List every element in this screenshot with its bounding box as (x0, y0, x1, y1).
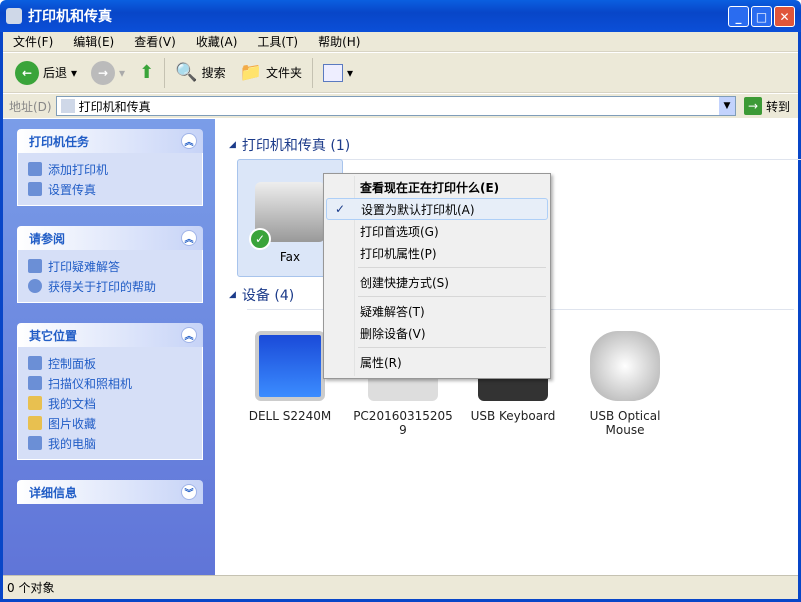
default-check-icon: ✓ (249, 228, 271, 250)
menu-create-shortcut[interactable]: 创建快捷方式(S) (326, 271, 548, 293)
back-arrow-icon: ← (15, 60, 39, 85)
fax-icon: ✓ (249, 182, 325, 250)
task-pane: 打印机任务 ︽ 添加打印机 设置传真 请参阅 ︽ 打印疑难解答 获得关于打印的帮助 … (3, 119, 215, 575)
place-my-computer[interactable]: 我的电脑 (28, 433, 192, 453)
fax-icon (28, 182, 42, 196)
title-bar: 打印机和传真 _ □ ✕ (0, 0, 801, 32)
scanner-icon (28, 376, 42, 390)
menu-favorites[interactable]: 收藏(A) (196, 33, 238, 50)
panel-header[interactable]: 其它位置 ︽ (17, 323, 203, 347)
go-button[interactable]: → 转到 (743, 97, 790, 115)
menu-help[interactable]: 帮助(H) (318, 33, 360, 50)
divider (312, 57, 314, 88)
window-title: 打印机和传真 (28, 9, 112, 25)
panel-printer-tasks: 打印机任务 ︽ 添加打印机 设置传真 (17, 129, 203, 206)
menu-set-default[interactable]: ✓ 设置为默认打印机(A) (326, 198, 548, 220)
dropdown-arrow-icon: ▾ (347, 65, 354, 80)
menu-bar: 文件(F) 编辑(E) 查看(V) 收藏(A) 工具(T) 帮助(H) (3, 32, 798, 52)
panel-see-also: 请参阅 ︽ 打印疑难解答 获得关于打印的帮助 (17, 226, 203, 303)
dropdown-arrow-icon: ▾ (71, 65, 78, 80)
forward-arrow-icon: → (91, 60, 116, 85)
forward-button[interactable]: → ▾ (87, 60, 129, 85)
menu-remove-device[interactable]: 删除设备(V) (326, 322, 548, 344)
documents-icon (28, 396, 42, 410)
menu-preferences[interactable]: 打印首选项(G) (326, 220, 548, 242)
minimize-button[interactable]: _ (728, 6, 749, 27)
dropdown-arrow-icon[interactable]: ▼ (718, 97, 735, 115)
task-setup-fax[interactable]: 设置传真 (28, 179, 192, 199)
panel-details: 详细信息 ︾ (17, 480, 203, 504)
place-control-panel[interactable]: 控制面板 (28, 353, 192, 373)
address-label: 地址(D) (9, 99, 52, 114)
search-button[interactable]: 🔍 搜索 (171, 62, 229, 83)
place-scanners[interactable]: 扫描仪和照相机 (28, 373, 192, 393)
maximize-button[interactable]: □ (751, 6, 772, 27)
group-printers[interactable]: ◢ 打印机和传真 (1) (229, 135, 801, 160)
chevron-up-icon[interactable]: ︽ (181, 133, 197, 149)
control-panel-icon (28, 356, 42, 370)
dropdown-arrow-icon: ▾ (119, 65, 126, 80)
divider (358, 347, 546, 348)
folder-up-icon: ⬆ (139, 62, 155, 83)
divider (358, 267, 546, 268)
go-arrow-icon: → (743, 97, 762, 115)
computer-icon (28, 436, 42, 450)
mouse-icon (590, 331, 660, 401)
divider (358, 296, 546, 297)
link-print-help[interactable]: 获得关于打印的帮助 (28, 276, 192, 296)
toolbar: ← 后退 ▾ → ▾ ⬆ 🔍 搜索 📁 文件夹 ▾ (3, 53, 798, 93)
chevron-up-icon[interactable]: ︽ (181, 230, 197, 246)
panel-other-places: 其它位置 ︽ 控制面板 扫描仪和照相机 我的文档 图片收藏 我的电脑 (17, 323, 203, 460)
printer-folder-icon (6, 8, 22, 24)
link-troubleshoot[interactable]: 打印疑难解答 (28, 256, 192, 276)
views-icon (323, 63, 344, 82)
monitor-icon (255, 331, 325, 401)
task-add-printer[interactable]: 添加打印机 (28, 159, 192, 179)
menu-properties[interactable]: 属性(R) (326, 351, 548, 373)
menu-troubleshoot[interactable]: 疑难解答(T) (326, 300, 548, 322)
context-menu: 查看现在正在打印什么(E) ✓ 设置为默认打印机(A) 打印首选项(G) 打印机属… (323, 173, 551, 379)
search-icon: 🔍 (175, 62, 198, 83)
place-my-pictures[interactable]: 图片收藏 (28, 413, 192, 433)
status-text: 0 个对象 (7, 581, 55, 595)
menu-see-printing[interactable]: 查看现在正在打印什么(E) (326, 176, 548, 198)
printer-folder-icon (60, 99, 75, 113)
folder-icon: 📁 (239, 62, 263, 83)
address-input[interactable]: 打印机和传真 ▼ (55, 96, 736, 116)
back-button[interactable]: ← 后退 ▾ (11, 60, 81, 85)
device-mouse[interactable]: USB Optical Mouse (570, 331, 680, 437)
collapse-icon: ◢ (229, 290, 236, 300)
pictures-icon (28, 416, 42, 430)
help-icon (28, 259, 42, 273)
group-devices[interactable]: ◢ 设备 (4) (229, 285, 796, 310)
help-circle-icon (28, 279, 42, 293)
close-button[interactable]: ✕ (774, 6, 795, 27)
divider (164, 57, 166, 88)
menu-edit[interactable]: 编辑(E) (73, 33, 114, 50)
menu-tools[interactable]: 工具(T) (257, 33, 298, 50)
menu-view[interactable]: 查看(V) (134, 33, 176, 50)
menu-printer-properties[interactable]: 打印机属性(P) (326, 242, 548, 264)
add-printer-icon (28, 162, 42, 176)
folders-button[interactable]: 📁 文件夹 (236, 62, 306, 83)
panel-header[interactable]: 详细信息 ︾ (17, 480, 203, 504)
panel-header[interactable]: 请参阅 ︽ (17, 226, 203, 250)
panel-header[interactable]: 打印机任务 ︽ (17, 129, 203, 153)
check-icon: ✓ (335, 202, 346, 216)
chevron-up-icon[interactable]: ︽ (181, 327, 197, 343)
chevron-down-icon[interactable]: ︾ (181, 484, 197, 500)
menu-file[interactable]: 文件(F) (13, 33, 53, 50)
place-my-documents[interactable]: 我的文档 (28, 393, 192, 413)
up-button[interactable]: ⬆ (135, 62, 158, 83)
address-bar: 地址(D) 打印机和传真 ▼ → 转到 (3, 94, 798, 118)
views-button[interactable]: ▾ (319, 63, 357, 82)
status-bar: 0 个对象 (3, 575, 798, 599)
collapse-icon: ◢ (229, 140, 236, 150)
